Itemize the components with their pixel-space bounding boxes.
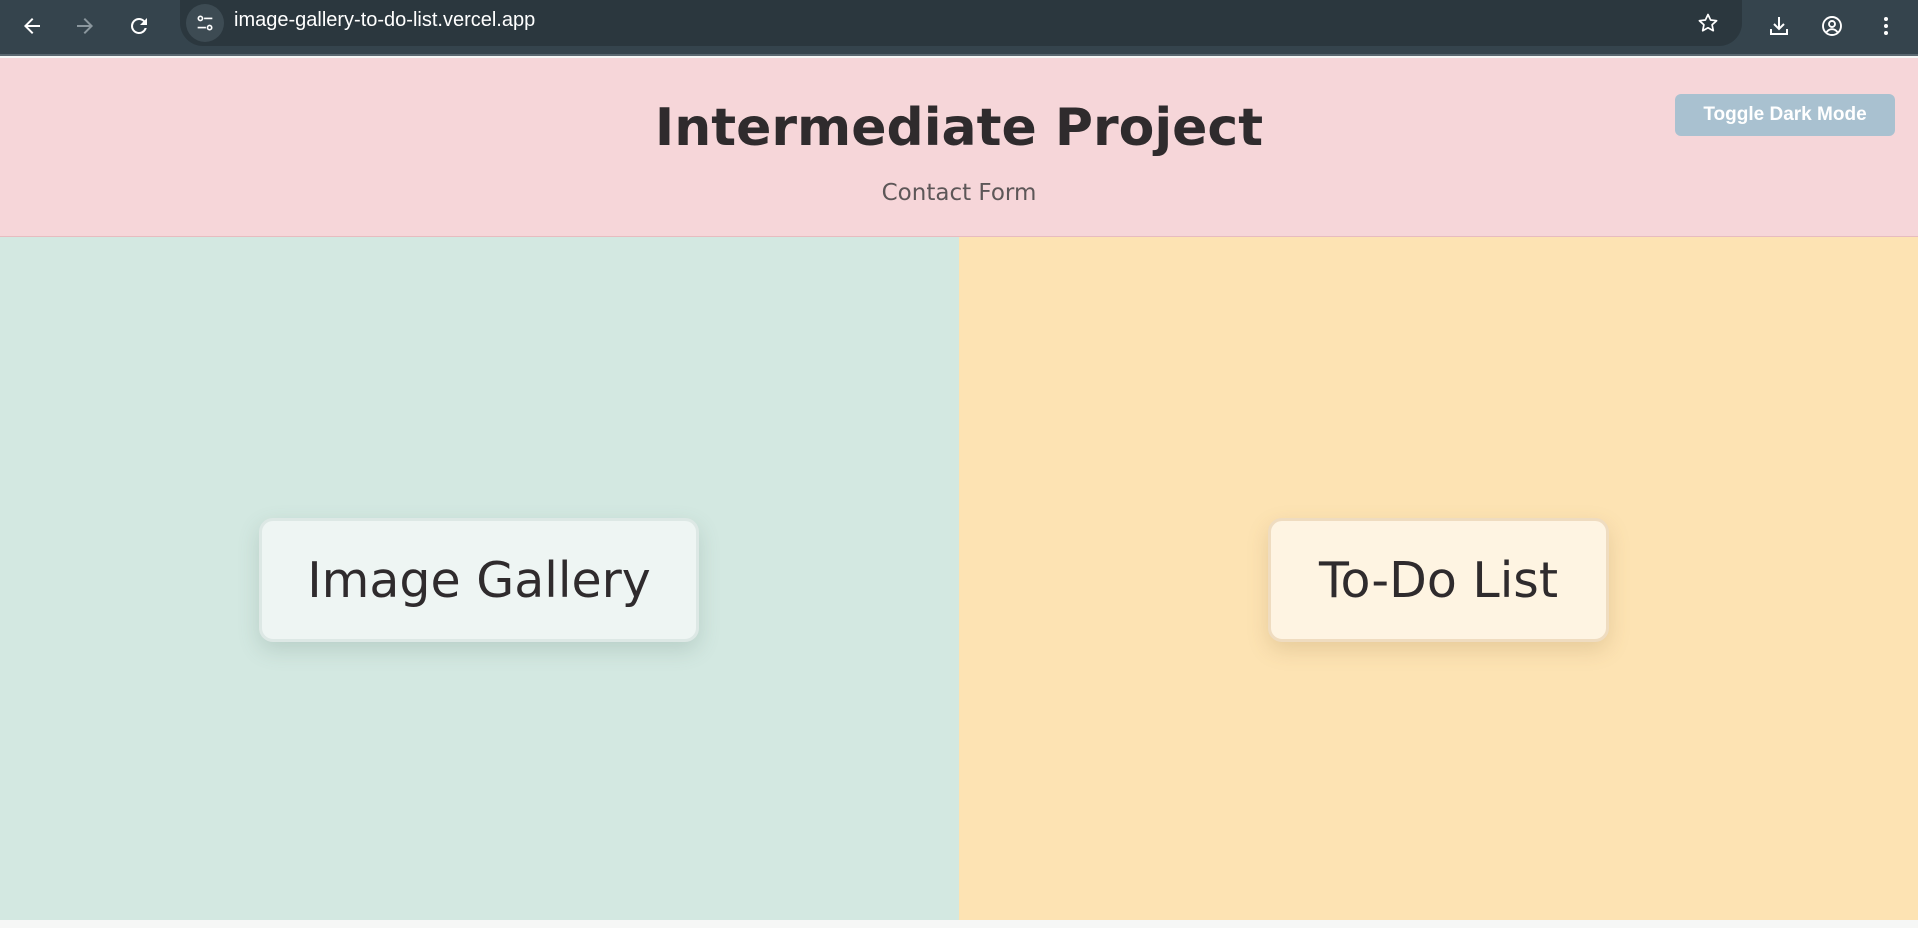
browser-toolbar: image-gallery-to-do-list.vercel.app [0, 0, 1918, 56]
forward-button[interactable] [65, 6, 105, 46]
toggle-dark-mode-button[interactable]: Toggle Dark Mode [1675, 94, 1895, 136]
account-icon [1822, 16, 1842, 36]
todo-list-card[interactable]: To-Do List [1268, 518, 1609, 642]
page-bottom-strip [0, 920, 1918, 928]
profile-button[interactable] [1812, 6, 1852, 46]
back-button[interactable] [12, 6, 52, 46]
reload-icon [131, 17, 147, 34]
image-gallery-panel: Image Gallery [0, 237, 959, 920]
site-info-button[interactable] [186, 4, 224, 42]
arrow-right-icon [77, 18, 93, 34]
reload-button[interactable] [119, 6, 159, 46]
page-title: Intermediate Project [654, 98, 1264, 158]
contact-form-link[interactable]: Contact Form [0, 180, 1918, 206]
downloads-button[interactable] [1759, 6, 1799, 46]
todo-list-panel: To-Do List [959, 237, 1918, 920]
tune-icon [197, 15, 213, 31]
kebab-menu-icon [1884, 17, 1888, 35]
browser-menu-button[interactable] [1866, 6, 1906, 46]
star-icon [1698, 13, 1718, 32]
page-header: Intermediate Project Contact Form Toggle… [0, 58, 1918, 237]
download-icon [1770, 17, 1788, 35]
address-bar[interactable]: image-gallery-to-do-list.vercel.app [180, 0, 1742, 46]
url-text[interactable]: image-gallery-to-do-list.vercel.app [234, 9, 535, 32]
arrow-left-icon [24, 18, 40, 34]
image-gallery-card[interactable]: Image Gallery [259, 518, 699, 642]
bookmark-button[interactable] [1692, 7, 1724, 39]
